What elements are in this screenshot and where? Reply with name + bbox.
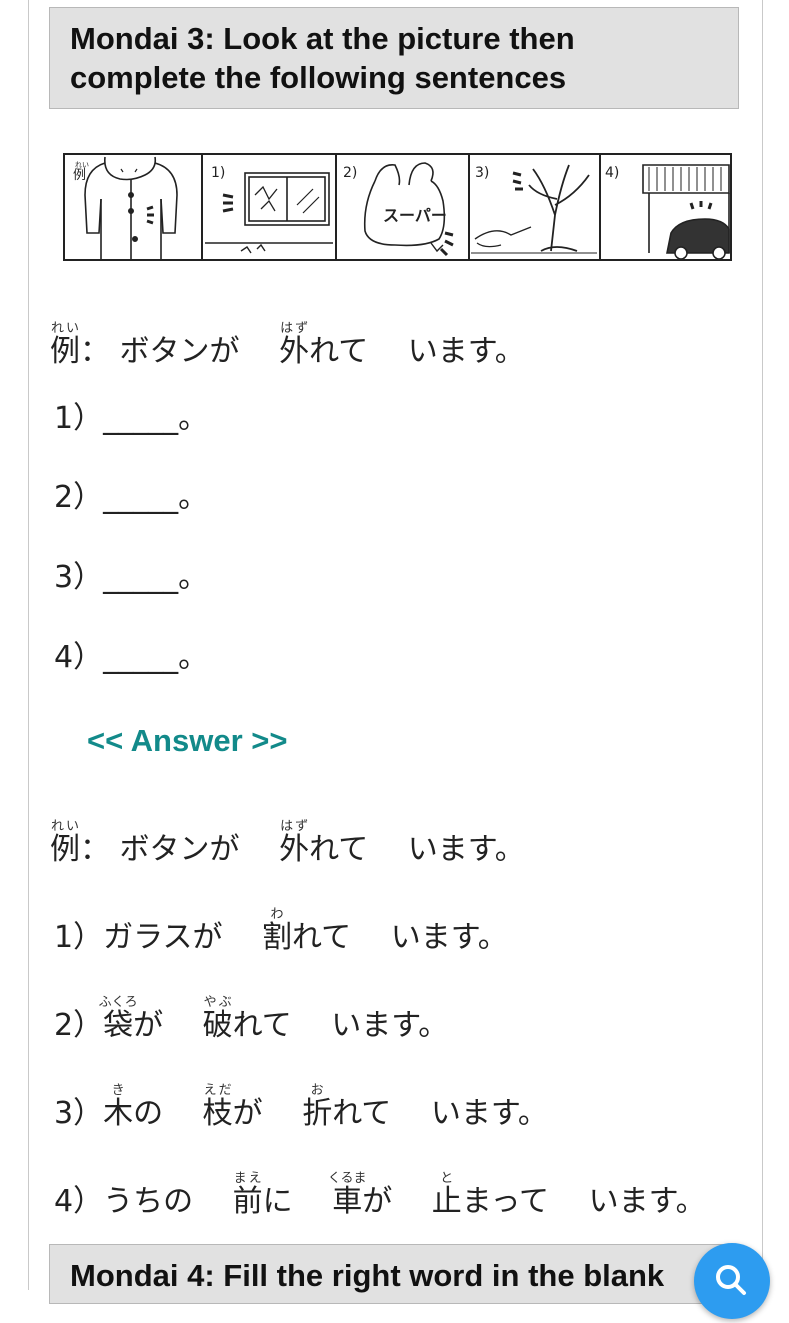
panel-tree xyxy=(471,164,597,254)
example-sentence: 例れい： ボタンが 外はずれて います。 xyxy=(50,321,525,369)
example-word-2: 外はず xyxy=(279,321,310,369)
panel-label-2: 2) xyxy=(343,165,357,181)
picture-strip: れい 例 1) スーパー 2) 3) 4) xyxy=(63,153,732,261)
answer-toggle-link[interactable]: << Answer >> xyxy=(87,723,287,759)
answer-4: 4）うちの 前まえに 車くるまが 止とまって います。 xyxy=(54,1171,706,1219)
mondai4-title: Mondai 4: Fill the right word in the bla… xyxy=(70,1258,665,1293)
panel-label-3: 3) xyxy=(475,165,489,181)
mondai3-title: Mondai 3: Look at the picture then compl… xyxy=(70,21,575,95)
question-1: 1）_____。 xyxy=(54,401,209,436)
panel-house xyxy=(642,164,730,259)
panel-label-0: 例 xyxy=(73,168,86,183)
question-3: 3）_____。 xyxy=(54,560,209,595)
answer-1: 1）ガラスが 割われて います。 xyxy=(54,907,508,955)
picture-strip-drawing: れい 例 1) スーパー 2) 3) 4) xyxy=(73,155,730,259)
question-4: 4）_____。 xyxy=(54,640,209,675)
answer-2: 2）袋ふくろが 破やぶれて います。 xyxy=(54,995,449,1043)
example-word-3: います。 xyxy=(407,334,525,369)
answer-3: 3）木きの 枝えだが 折おれて います。 xyxy=(54,1083,548,1131)
panel-label-1: 1) xyxy=(211,165,225,181)
bag-text: スーパー xyxy=(383,206,447,225)
question-2: 2）_____。 xyxy=(54,480,209,515)
search-fab-button[interactable] xyxy=(694,1243,770,1319)
answer-example: 例れい： ボタンが 外はずれて います。 xyxy=(50,819,525,867)
example-label: 例れい xyxy=(50,321,80,369)
panel-example xyxy=(84,156,178,259)
example-word-1: ボタンが xyxy=(119,334,240,369)
panel-window xyxy=(205,172,333,254)
panel-label-4: 4) xyxy=(605,165,619,181)
mondai4-heading: Mondai 4: Fill the right word in the bla… xyxy=(49,1244,739,1304)
mondai3-heading: Mondai 3: Look at the picture then compl… xyxy=(49,7,739,109)
search-icon xyxy=(716,1265,746,1295)
